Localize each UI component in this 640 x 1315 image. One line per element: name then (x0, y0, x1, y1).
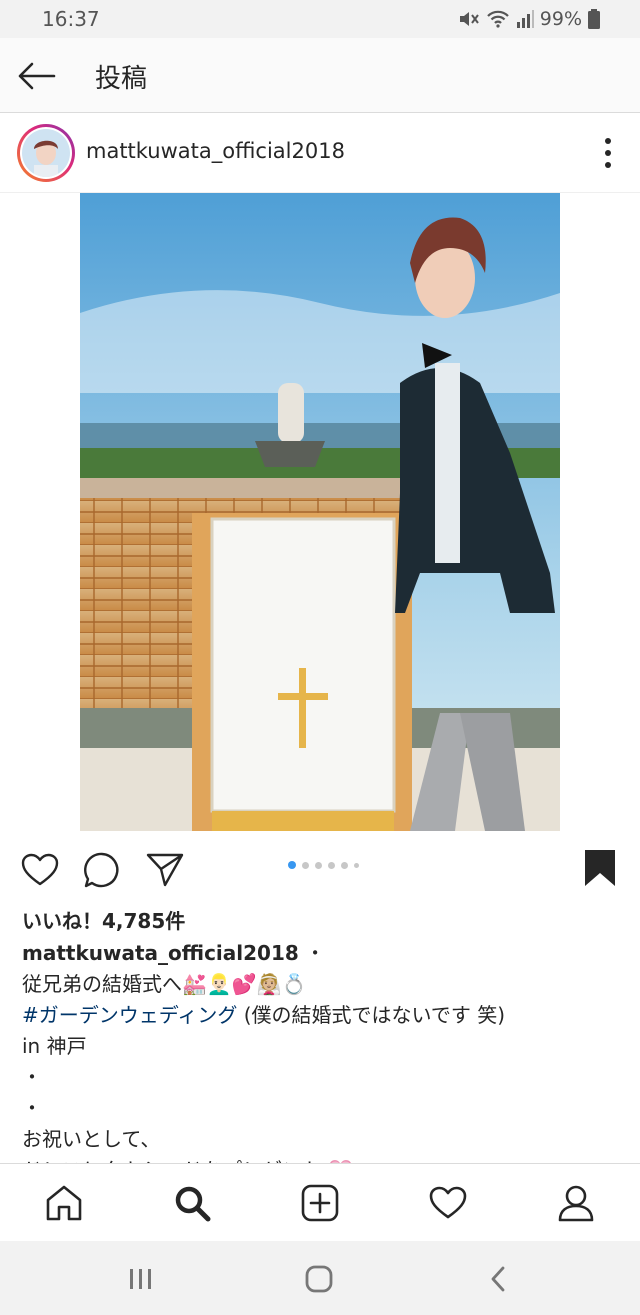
battery-percent: 99% (539, 8, 582, 30)
signal-icon (516, 10, 534, 28)
page-title: 投稿 (95, 64, 148, 94)
back-system-button[interactable] (478, 1259, 518, 1299)
battery-icon (588, 9, 600, 29)
avatar-image (22, 129, 70, 177)
heart-icon (21, 853, 59, 886)
more-options-button[interactable] (596, 135, 620, 171)
status-time: 16:37 (42, 7, 100, 31)
caption-line: ・ (22, 1065, 42, 1089)
home-circle-icon (305, 1265, 333, 1293)
search-icon (175, 1186, 211, 1222)
like-button[interactable] (18, 848, 62, 892)
status-icons: 99% (458, 6, 600, 32)
nav-activity[interactable] (421, 1176, 475, 1230)
carousel-indicator (288, 861, 359, 869)
caption-username[interactable]: mattkuwata_official2018 (22, 941, 299, 965)
home-system-button[interactable] (299, 1259, 339, 1299)
more-vertical-icon (605, 138, 611, 144)
bookmark-icon (585, 850, 615, 886)
carousel-dot (354, 862, 359, 868)
arrow-left-icon (18, 62, 56, 90)
caption-line: 従兄弟の結婚式へ💒👱🏻‍♂️💕👰🏼💍 (22, 972, 307, 996)
nav-search[interactable] (165, 1176, 219, 1230)
caption-line: お祝いとして、 (22, 1127, 161, 1151)
mute-icon (459, 12, 479, 26)
save-button[interactable] (580, 846, 620, 890)
hashtag-link[interactable]: #ガーデンウェディング (22, 1003, 237, 1027)
nav-profile[interactable] (549, 1176, 603, 1230)
profile-icon (558, 1185, 594, 1222)
post-actions (0, 838, 640, 898)
nav-home[interactable] (37, 1176, 91, 1230)
chevron-left-icon (491, 1266, 505, 1292)
avatar[interactable] (17, 124, 75, 182)
activity-heart-icon (429, 1186, 467, 1219)
back-button[interactable] (14, 54, 58, 98)
caption-line: (僕の結婚式ではないです 笑) (237, 1003, 506, 1027)
post-username[interactable]: mattkuwata_official2018 (86, 139, 345, 163)
caption-separator: ・ (298, 941, 326, 965)
post-header: mattkuwata_official2018 (0, 113, 640, 193)
recent-apps-icon (130, 1269, 151, 1289)
wifi-icon (486, 10, 509, 28)
comment-icon (84, 852, 119, 888)
bottom-nav (0, 1163, 640, 1241)
carousel-dot (302, 861, 309, 869)
home-icon (46, 1185, 82, 1221)
nav-new-post[interactable] (293, 1176, 347, 1230)
caption-line: in 神戸 (22, 1034, 87, 1058)
carousel-dot-active (288, 861, 296, 869)
post-image[interactable] (80, 193, 560, 831)
send-icon (146, 853, 184, 887)
recent-apps-button[interactable] (121, 1259, 161, 1299)
system-nav-bar (0, 1241, 640, 1315)
comment-button[interactable] (80, 848, 124, 892)
post-caption: mattkuwata_official2018 ・ 従兄弟の結婚式へ💒👱🏻‍♂️… (22, 938, 622, 1186)
status-bar: 16:37 99% (0, 0, 640, 38)
carousel-dot (328, 861, 335, 869)
caption-line: ・ (22, 1096, 42, 1120)
app-bar: 投稿 (0, 38, 640, 113)
carousel-dot (315, 861, 322, 869)
share-button[interactable] (143, 848, 187, 892)
add-post-icon (301, 1184, 339, 1222)
like-count[interactable]: いいね！4,785件 (22, 905, 185, 934)
carousel-dot (341, 861, 348, 869)
